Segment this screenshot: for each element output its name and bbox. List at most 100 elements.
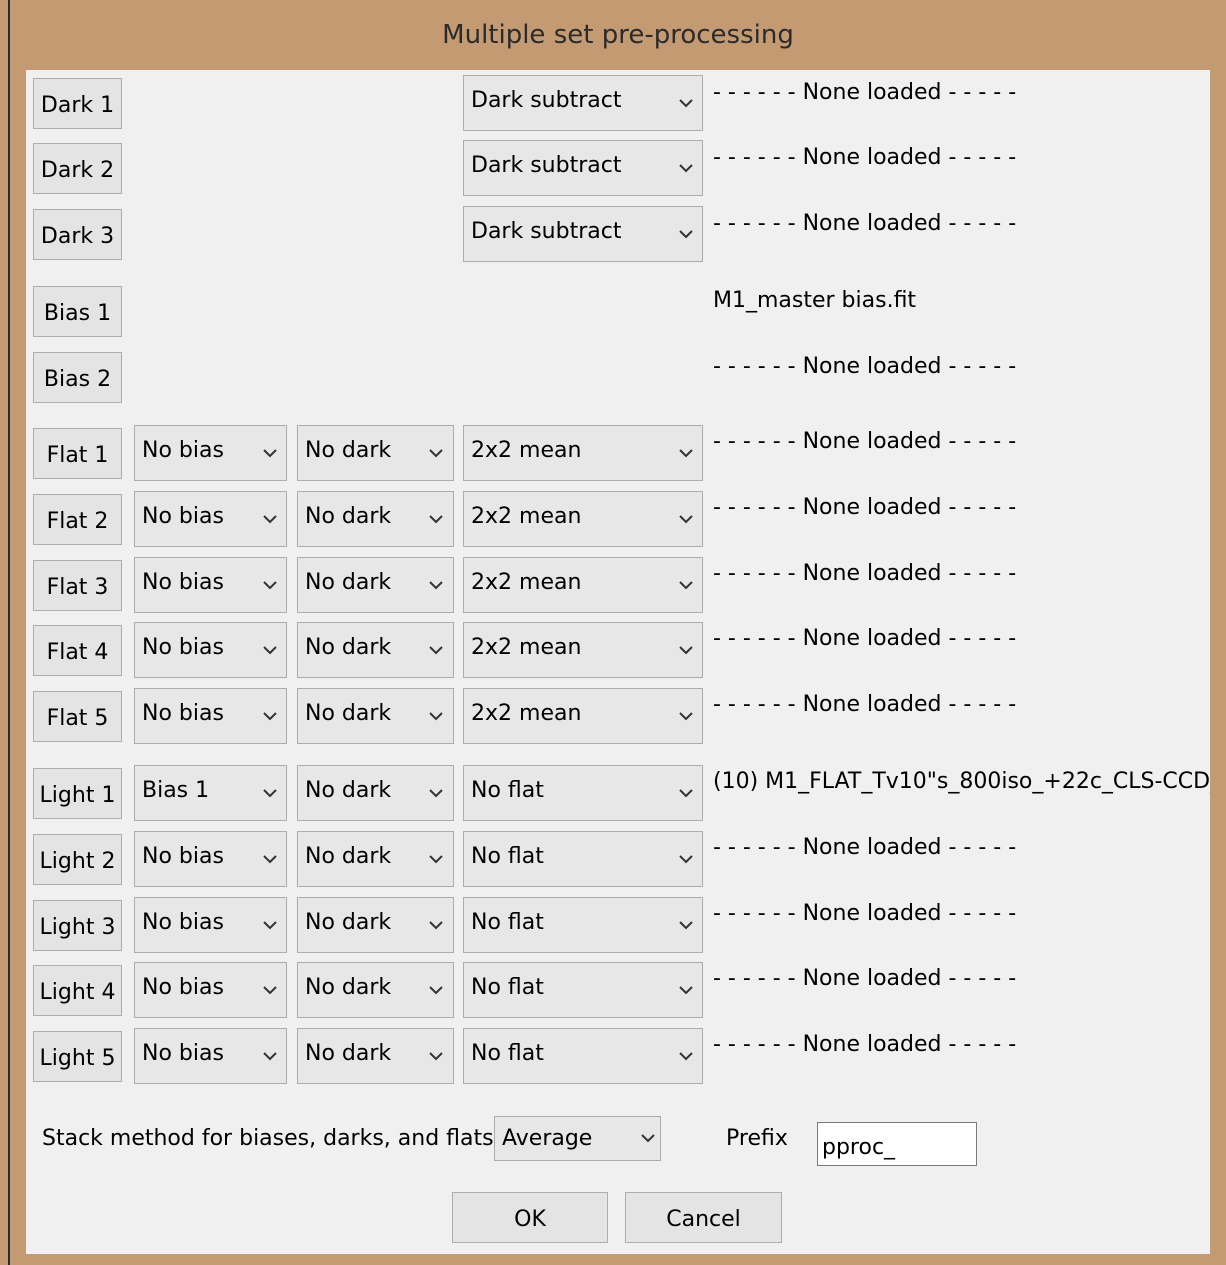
window-title: Multiple set pre-processing <box>442 20 794 50</box>
light-5-flat-select[interactable]: No flat <box>463 1028 703 1084</box>
light-4-dark-select[interactable]: No dark <box>297 962 454 1018</box>
flat-1-bias-select[interactable]: No bias <box>134 425 287 481</box>
flat-4-dark-select-value: No dark <box>305 635 392 660</box>
flat-5-status: - - - - - - None loaded - - - - - <box>713 692 1017 717</box>
light-5-button[interactable]: Light 5 <box>33 1031 122 1082</box>
light-3-dark-select[interactable]: No dark <box>297 897 454 953</box>
dialog-client-area: Dark 1 Dark subtract - - - - - - None load… <box>26 70 1210 1254</box>
light-5-dark-select-value: No dark <box>305 1041 392 1066</box>
light-2-dark-select-value: No dark <box>305 844 392 869</box>
light-4-bias-select[interactable]: No bias <box>134 962 287 1018</box>
bias-2-status: - - - - - - None loaded - - - - - <box>713 354 1017 379</box>
flat-5-bias-select[interactable]: No bias <box>134 688 287 744</box>
light-1-dark-select[interactable]: No dark <box>297 765 454 821</box>
light-5-status: - - - - - - None loaded - - - - - <box>713 1032 1017 1057</box>
light-4-flat-select[interactable]: No flat <box>463 962 703 1018</box>
flat-1-dark-select[interactable]: No dark <box>297 425 454 481</box>
flat-3-button[interactable]: Flat 3 <box>33 560 122 611</box>
light-3-flat-select-value: No flat <box>471 910 544 935</box>
bias-1-button-label: Bias 1 <box>43 301 112 326</box>
flat-3-button-label: Flat 3 <box>46 575 109 600</box>
flat-2-button[interactable]: Flat 2 <box>33 494 122 545</box>
bias-1-status: M1_master bias.fit <box>713 288 917 313</box>
title-bar[interactable]: Multiple set pre-processing <box>10 0 1226 70</box>
bias-2-button[interactable]: Bias 2 <box>33 352 122 403</box>
flat-5-dark-select[interactable]: No dark <box>297 688 454 744</box>
light-4-button-label: Light 4 <box>39 980 116 1005</box>
flat-5-mode-select[interactable]: 2x2 mean <box>463 688 703 744</box>
light-4-button[interactable]: Light 4 <box>33 965 122 1016</box>
flat-2-button-label: Flat 2 <box>46 509 109 534</box>
flat-3-mode-select-value: 2x2 mean <box>471 570 582 595</box>
dark-2-mode-select-value: Dark subtract <box>471 153 622 178</box>
flat-3-bias-select[interactable]: No bias <box>134 557 287 613</box>
light-2-bias-select-value: No bias <box>142 844 224 869</box>
dark-1-mode-select[interactable]: Dark subtract <box>463 75 703 131</box>
chevron-down-icon <box>677 492 695 546</box>
light-1-flat-select-value: No flat <box>471 778 544 803</box>
flat-3-dark-select[interactable]: No dark <box>297 557 454 613</box>
flat-4-button[interactable]: Flat 4 <box>33 625 122 676</box>
cancel-button-label: Cancel <box>666 1207 741 1232</box>
chevron-down-icon <box>261 426 279 480</box>
stack-method-select[interactable]: Average <box>494 1116 661 1161</box>
chevron-down-icon <box>639 1117 657 1160</box>
light-5-flat-select-value: No flat <box>471 1041 544 1066</box>
light-5-dark-select[interactable]: No dark <box>297 1028 454 1084</box>
dark-2-button-label: Dark 2 <box>40 158 115 183</box>
chevron-down-icon <box>677 832 695 886</box>
flat-2-bias-select[interactable]: No bias <box>134 491 287 547</box>
light-1-button[interactable]: Light 1 <box>33 768 122 819</box>
prefix-input[interactable]: pproc_ <box>817 1122 977 1166</box>
flat-1-mode-select-value: 2x2 mean <box>471 438 582 463</box>
ok-button-label: OK <box>514 1207 546 1232</box>
chevron-down-icon <box>677 1029 695 1083</box>
light-1-flat-select[interactable]: No flat <box>463 765 703 821</box>
chevron-down-icon <box>427 1029 445 1083</box>
flat-5-button[interactable]: Flat 5 <box>33 691 122 742</box>
light-4-bias-select-value: No bias <box>142 975 224 1000</box>
flat-2-mode-select[interactable]: 2x2 mean <box>463 491 703 547</box>
light-2-status: - - - - - - None loaded - - - - - <box>713 835 1017 860</box>
light-2-dark-select[interactable]: No dark <box>297 831 454 887</box>
light-1-dark-select-value: No dark <box>305 778 392 803</box>
dark-3-button[interactable]: Dark 3 <box>33 209 122 260</box>
flat-2-bias-select-value: No bias <box>142 504 224 529</box>
window-left-edge <box>8 0 10 1265</box>
dark-2-button[interactable]: Dark 2 <box>33 143 122 194</box>
flat-2-dark-select-value: No dark <box>305 504 392 529</box>
dark-2-mode-select[interactable]: Dark subtract <box>463 140 703 196</box>
flat-1-mode-select[interactable]: 2x2 mean <box>463 425 703 481</box>
flat-4-dark-select[interactable]: No dark <box>297 622 454 678</box>
stack-method-label: Stack method for biases, darks, and flat… <box>42 1126 506 1151</box>
light-1-bias-select[interactable]: Bias 1 <box>134 765 287 821</box>
light-3-flat-select[interactable]: No flat <box>463 897 703 953</box>
dark-1-button[interactable]: Dark 1 <box>33 78 122 129</box>
flat-5-dark-select-value: No dark <box>305 701 392 726</box>
flat-5-mode-select-value: 2x2 mean <box>471 701 582 726</box>
flat-2-dark-select[interactable]: No dark <box>297 491 454 547</box>
flat-1-dark-select-value: No dark <box>305 438 392 463</box>
chevron-down-icon <box>677 623 695 677</box>
light-2-button[interactable]: Light 2 <box>33 834 122 885</box>
dark-3-status: - - - - - - None loaded - - - - - <box>713 211 1017 236</box>
flat-2-mode-select-value: 2x2 mean <box>471 504 582 529</box>
flat-4-mode-select[interactable]: 2x2 mean <box>463 622 703 678</box>
flat-4-bias-select[interactable]: No bias <box>134 622 287 678</box>
chevron-down-icon <box>427 426 445 480</box>
chevron-down-icon <box>427 898 445 952</box>
cancel-button[interactable]: Cancel <box>625 1192 782 1243</box>
light-2-bias-select[interactable]: No bias <box>134 831 287 887</box>
light-1-status: (10) M1_FLAT_Tv10"s_800iso_+22c_CLS-CCD_… <box>713 769 1210 794</box>
dark-3-mode-select[interactable]: Dark subtract <box>463 206 703 262</box>
dark-3-mode-select-value: Dark subtract <box>471 219 622 244</box>
light-3-bias-select[interactable]: No bias <box>134 897 287 953</box>
light-5-bias-select[interactable]: No bias <box>134 1028 287 1084</box>
ok-button[interactable]: OK <box>452 1192 608 1243</box>
light-3-button[interactable]: Light 3 <box>33 900 122 951</box>
flat-3-mode-select[interactable]: 2x2 mean <box>463 557 703 613</box>
flat-1-button[interactable]: Flat 1 <box>33 428 122 479</box>
bias-1-button[interactable]: Bias 1 <box>33 286 122 337</box>
chevron-down-icon <box>261 898 279 952</box>
light-2-flat-select[interactable]: No flat <box>463 831 703 887</box>
